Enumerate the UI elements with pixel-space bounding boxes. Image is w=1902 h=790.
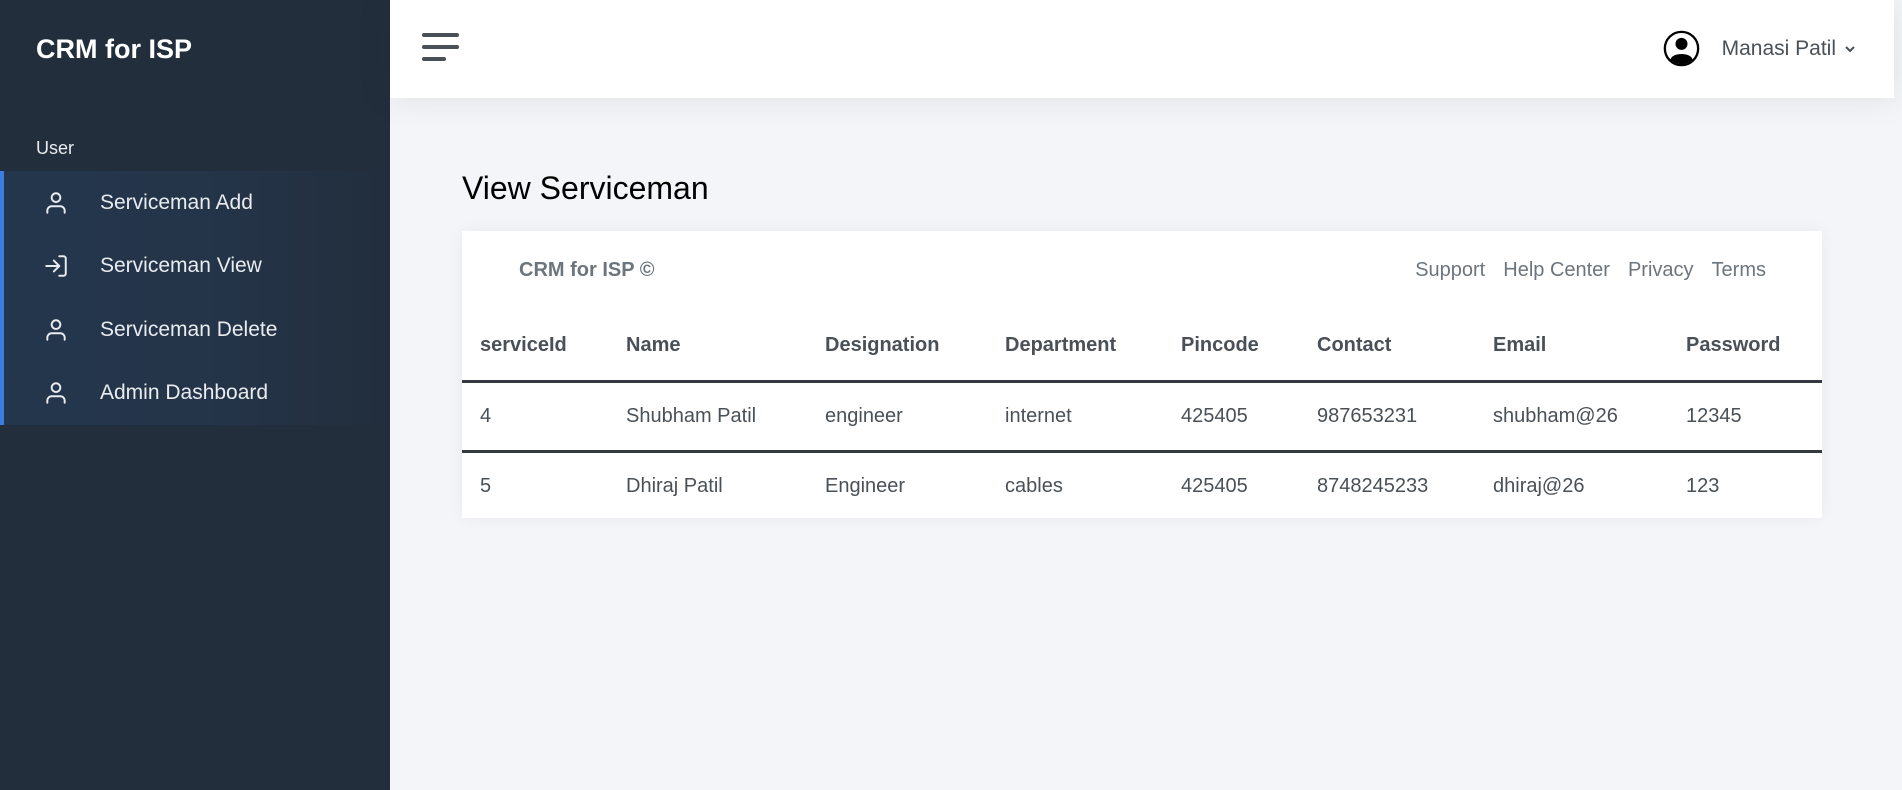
footer-link-support[interactable]: Support xyxy=(1415,259,1485,282)
sidebar-item-admin-dashboard[interactable]: Admin Dashboard xyxy=(0,361,390,425)
footer: CRM for ISP © Support Help Center Privac… xyxy=(462,231,1822,311)
footer-link-terms[interactable]: Terms xyxy=(1712,259,1766,282)
sidebar-item-serviceman-view[interactable]: Serviceman View xyxy=(0,234,390,298)
column-header: Email xyxy=(1475,311,1668,383)
table-header-row: serviceId Name Designation Department Pi… xyxy=(462,311,1822,383)
table-cell: 4 xyxy=(462,381,608,453)
table-cell: 425405 xyxy=(1181,475,1248,498)
footer-link-privacy[interactable]: Privacy xyxy=(1628,259,1694,282)
footer-brand: CRM for ISP © xyxy=(519,259,655,281)
page-title: View Serviceman xyxy=(462,170,709,206)
table-cell: engineer xyxy=(807,381,987,453)
serviceman-card: CRM for ISP © Support Help Center Privac… xyxy=(462,231,1822,518)
user-name: Manasi Patil xyxy=(1721,36,1836,60)
table-cell: 8748245233 xyxy=(1317,475,1429,498)
hamburger-icon[interactable] xyxy=(422,33,459,63)
sidebar-item-label: Admin Dashboard xyxy=(100,381,269,405)
sidebar-item-label: Serviceman View xyxy=(100,254,262,278)
table-cell: 12345 xyxy=(1668,381,1822,453)
user-circle-icon xyxy=(1663,30,1699,67)
table-cell: cables xyxy=(1005,475,1063,498)
user-icon xyxy=(42,189,70,217)
table-cell: Dhiraj Patil xyxy=(626,475,723,498)
table-cell: dhiraj@26 xyxy=(1493,475,1585,498)
sidebar-item-serviceman-add[interactable]: Serviceman Add xyxy=(0,171,390,235)
user-menu[interactable]: Manasi Patil xyxy=(1663,30,1856,67)
table-cell: 123 xyxy=(1686,475,1720,498)
column-header: serviceId xyxy=(462,311,608,383)
table-cell: shubham@26 xyxy=(1475,381,1668,453)
sidebar: CRM for ISP User Serviceman Add Servicem… xyxy=(0,0,390,790)
table-cell: 425405 xyxy=(1163,381,1299,453)
footer-link-help-center[interactable]: Help Center xyxy=(1503,259,1610,282)
sign-in-icon xyxy=(42,252,70,280)
table-cell: 5 xyxy=(480,475,492,498)
column-header: Pincode xyxy=(1163,311,1299,383)
topbar: Manasi Patil xyxy=(390,0,1894,98)
column-header: Department xyxy=(987,311,1163,383)
sidebar-brand[interactable]: CRM for ISP xyxy=(36,34,192,65)
sidebar-nav: Serviceman Add Serviceman View Servicema… xyxy=(0,171,390,425)
user-icon xyxy=(42,316,70,344)
table-row: 4 Shubham Patil engineer internet 425405… xyxy=(462,381,1822,453)
table-row: 5 Dhiraj Patil Engineer cables 425405 87… xyxy=(462,451,1822,521)
sidebar-item-serviceman-delete[interactable]: Serviceman Delete xyxy=(0,298,390,362)
chevron-down-icon xyxy=(1845,45,1855,52)
column-header: Designation xyxy=(807,311,987,383)
serviceman-table: serviceId Name Designation Department Pi… xyxy=(462,311,1822,521)
sidebar-item-label: Serviceman Delete xyxy=(100,317,278,341)
column-header: Password xyxy=(1668,311,1822,383)
table-cell: 987653231 xyxy=(1299,381,1475,453)
column-header: Contact xyxy=(1299,311,1475,383)
footer-links: Support Help Center Privacy Terms xyxy=(1397,259,1766,282)
sidebar-item-label: Serviceman Add xyxy=(100,190,253,214)
table-cell: internet xyxy=(987,381,1163,453)
column-header: Name xyxy=(608,311,807,383)
sidebar-section-header: User xyxy=(36,138,75,158)
table-cell: Engineer xyxy=(825,475,906,498)
user-icon xyxy=(42,379,70,407)
table-cell: Shubham Patil xyxy=(608,381,807,453)
